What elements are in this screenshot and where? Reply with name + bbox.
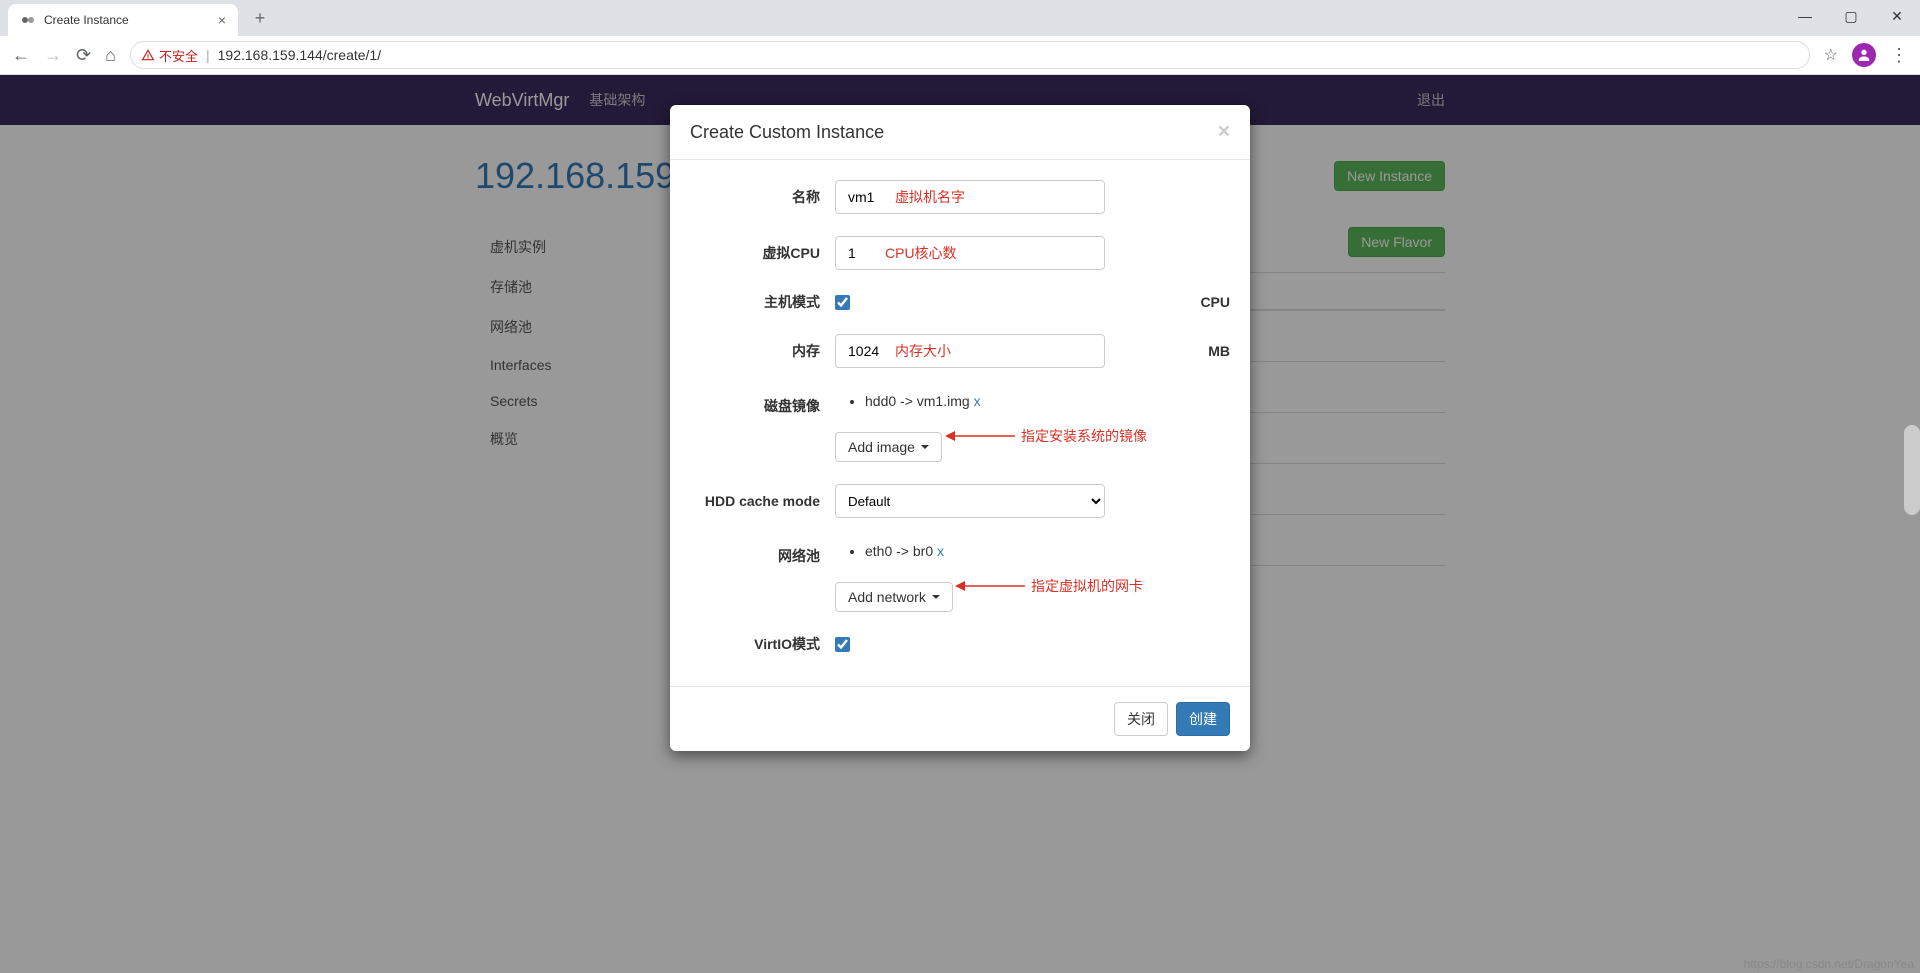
annot-image: 指定安装系统的镜像 (945, 426, 1147, 446)
caret-down-icon (921, 445, 929, 449)
favicon-icon (20, 12, 36, 28)
label-vcpu: 虚拟CPU (690, 243, 835, 263)
net-item: eth0 -> br0 x (865, 540, 944, 562)
watermark-url: https://blog.csdn.net/DragonYea (1744, 957, 1914, 971)
bookmark-icon[interactable]: ☆ (1824, 45, 1838, 65)
home-icon[interactable]: ⌂ (105, 45, 116, 66)
insecure-warning: 不安全 (141, 46, 198, 65)
url-box[interactable]: 不安全 | 192.168.159.144/create/1/ (130, 41, 1810, 69)
label-host-mode: 主机模式 (690, 292, 835, 312)
close-window-icon[interactable]: ✕ (1874, 0, 1920, 32)
browser-tab[interactable]: Create Instance × (8, 4, 238, 36)
tab-bar: Create Instance × + — ▢ ✕ (0, 0, 1920, 36)
tab-title: Create Instance (44, 13, 210, 27)
create-instance-modal: Create Custom Instance × 名称 虚拟机名字 虚拟CPU … (670, 105, 1250, 751)
menu-icon[interactable]: ⋮ (1890, 45, 1908, 66)
new-tab-button[interactable]: + (246, 8, 274, 29)
label-memory: 内存 (690, 341, 835, 361)
label-disk: 磁盘镜像 (690, 390, 835, 416)
add-image-button[interactable]: Add image (835, 432, 942, 462)
close-button[interactable]: 关闭 (1114, 702, 1168, 736)
maximize-icon[interactable]: ▢ (1828, 0, 1874, 32)
back-icon[interactable]: ← (12, 45, 30, 66)
scrollbar[interactable] (1904, 425, 1920, 515)
annot-net: 指定虚拟机的网卡 (955, 576, 1143, 596)
url-text: 192.168.159.144/create/1/ (218, 47, 381, 63)
host-mode-checkbox[interactable] (835, 295, 850, 310)
forward-icon[interactable]: → (44, 45, 62, 66)
modal-title: Create Custom Instance (690, 122, 884, 143)
cpu-suffix: CPU (1200, 294, 1230, 310)
disk-item: hdd0 -> vm1.img x (865, 390, 981, 412)
memory-input[interactable] (835, 334, 1105, 368)
caret-down-icon (932, 595, 940, 599)
label-hdd-cache: HDD cache mode (690, 493, 835, 509)
label-virtio: VirtIO模式 (690, 634, 835, 654)
tab-close-icon[interactable]: × (218, 12, 226, 28)
label-net-pool: 网络池 (690, 540, 835, 566)
browser-chrome: Create Instance × + — ▢ ✕ ← → ⟳ ⌂ 不安全 | … (0, 0, 1920, 75)
minimize-icon[interactable]: — (1782, 0, 1828, 32)
remove-disk-icon[interactable]: x (974, 393, 981, 409)
hdd-cache-select[interactable]: Default (835, 484, 1105, 518)
address-bar: ← → ⟳ ⌂ 不安全 | 192.168.159.144/create/1/ … (0, 36, 1920, 74)
mb-suffix: MB (1208, 343, 1230, 359)
reload-icon[interactable]: ⟳ (76, 45, 91, 66)
vcpu-input[interactable] (835, 236, 1105, 270)
add-network-button[interactable]: Add network (835, 582, 953, 612)
label-name: 名称 (690, 187, 835, 207)
modal-close-icon[interactable]: × (1218, 120, 1230, 144)
profile-avatar[interactable] (1852, 43, 1876, 67)
remove-net-icon[interactable]: x (937, 543, 944, 559)
virtio-checkbox[interactable] (835, 637, 850, 652)
name-input[interactable] (835, 180, 1105, 214)
create-button[interactable]: 创建 (1176, 702, 1230, 736)
